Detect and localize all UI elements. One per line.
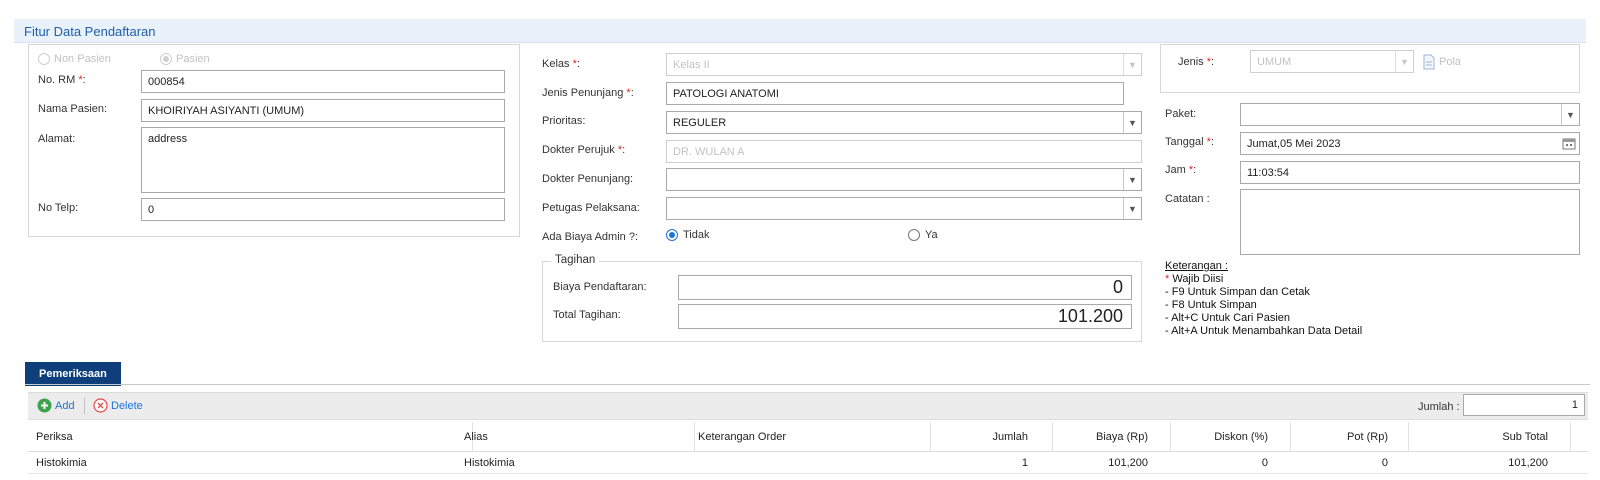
radio-pasien[interactable]	[160, 53, 172, 65]
chevron-down-icon: ▼	[1123, 169, 1141, 190]
radio-ya[interactable]	[908, 229, 920, 241]
biaya-pendaftaran-input[interactable]: 0	[678, 275, 1132, 300]
jumlah-label: Jumlah :	[1418, 401, 1460, 413]
biaya-admin-label: Ada Biaya Admin ?:	[542, 231, 639, 243]
column-header[interactable]: Pot (Rp)	[1347, 431, 1388, 443]
keterangan-title: Keterangan :	[1165, 260, 1228, 272]
column-header[interactable]: Periksa	[36, 431, 73, 443]
patient-type-non-pasien[interactable]: Non Pasien	[38, 53, 111, 65]
dokter-penunjang-label: Dokter Penunjang:	[542, 173, 634, 185]
chevron-down-icon: ▼	[1123, 54, 1141, 75]
tanggal-label: Tanggal *:	[1165, 136, 1214, 148]
radio-tidak[interactable]	[666, 229, 678, 241]
add-button[interactable]: Add	[37, 398, 75, 413]
cell-jumlah: 1	[1021, 457, 1028, 469]
grid-toolbar	[28, 392, 1588, 420]
kelas-select[interactable]: Kelas II ▼	[666, 53, 1142, 76]
keterangan-item: * Wajib Diisi	[1165, 273, 1224, 285]
page-title: Fitur Data Pendaftaran	[24, 24, 156, 39]
total-tagihan-input[interactable]: 101.200	[678, 304, 1132, 329]
radio-non-pasien[interactable]	[38, 53, 50, 65]
biaya-admin-ya[interactable]: Ya	[908, 229, 938, 241]
column-header[interactable]: Alias	[464, 431, 488, 443]
paket-label: Paket:	[1165, 108, 1197, 120]
biaya-admin-tidak[interactable]: Tidak	[666, 229, 710, 241]
add-circle-icon	[37, 398, 52, 413]
petugas-pelaksana-label: Petugas Pelaksana:	[542, 202, 640, 214]
jenis-penunjang-label: Jenis Penunjang *:	[542, 87, 634, 99]
chevron-down-icon: ▼	[1561, 104, 1579, 125]
no-rm-label: No. RM *:	[38, 74, 86, 86]
column-header[interactable]: Diskon (%)	[1214, 431, 1268, 443]
petugas-pelaksana-select[interactable]: ▼	[666, 197, 1142, 220]
paket-select[interactable]: ▼	[1240, 103, 1580, 126]
nama-pasien-label: Nama Pasien:	[38, 103, 108, 115]
alamat-label: Alamat:	[38, 133, 76, 145]
cell-diskon: 0	[1261, 457, 1268, 469]
column-header[interactable]: Jumlah	[993, 431, 1028, 443]
table-row[interactable]: Histokimia Histokimia 1 101,200 0 0 101,…	[28, 452, 1588, 474]
keterangan-item: - Alt+A Untuk Menambahkan Data Detail	[1165, 325, 1363, 337]
jumlah-input[interactable]: 1	[1463, 394, 1585, 416]
toolbar-divider	[84, 398, 85, 414]
prioritas-label: Prioritas:	[542, 115, 586, 127]
dokter-penunjang-select[interactable]: ▼	[666, 168, 1142, 191]
chevron-down-icon: ▼	[1123, 112, 1141, 133]
tab-underline	[25, 384, 1590, 385]
calendar-icon[interactable]	[1562, 137, 1576, 150]
biaya-pendaftaran-label: Biaya Pendaftaran:	[553, 281, 647, 293]
dokter-perujuk-label: Dokter Perujuk *:	[542, 144, 626, 156]
column-header[interactable]: Biaya (Rp)	[1096, 431, 1148, 443]
tanggal-input[interactable]: Jumat,05 Mei 2023	[1240, 132, 1580, 155]
delete-button[interactable]: Delete	[93, 398, 143, 413]
kelas-label: Kelas *:	[542, 58, 580, 70]
cell-periksa: Histokimia	[36, 457, 87, 469]
grid-header: Periksa Alias Keterangan Order Jumlah Bi…	[28, 422, 1588, 452]
tab-pemeriksaan[interactable]: Pemeriksaan	[25, 362, 121, 386]
pola-button[interactable]: Pola	[1422, 54, 1461, 70]
alamat-textarea[interactable]: address	[141, 127, 505, 193]
no-rm-input[interactable]: 000854	[141, 70, 505, 93]
patient-type-pasien[interactable]: Pasien	[160, 53, 210, 65]
keterangan-box: Keterangan : * Wajib Diisi - F9 Untuk Si…	[1165, 260, 1362, 338]
column-header[interactable]: Keterangan Order	[698, 431, 786, 443]
cell-sub-total: 101,200	[1508, 457, 1548, 469]
keterangan-item: - F9 Untuk Simpan dan Cetak	[1165, 286, 1310, 298]
nama-pasien-input[interactable]: KHOIRIYAH ASIYANTI (UMUM)	[141, 99, 505, 122]
jenis-select[interactable]: UMUM ▼	[1250, 50, 1414, 73]
chevron-down-icon: ▼	[1395, 51, 1413, 72]
chevron-down-icon: ▼	[1123, 198, 1141, 219]
keterangan-item: - Alt+C Untuk Cari Pasien	[1165, 312, 1291, 324]
no-telp-label: No Telp:	[38, 202, 79, 214]
cell-biaya: 101,200	[1108, 457, 1148, 469]
cell-pot: 0	[1381, 457, 1388, 469]
catatan-label: Catatan :	[1165, 193, 1210, 205]
dokter-perujuk-input[interactable]: DR. WULAN A	[666, 140, 1142, 163]
column-header[interactable]: Sub Total	[1502, 431, 1548, 443]
pola-document-icon	[1423, 54, 1435, 70]
title-bar: Fitur Data Pendaftaran	[14, 19, 1586, 43]
jam-label: Jam *:	[1165, 164, 1197, 176]
catatan-textarea[interactable]	[1240, 189, 1580, 255]
tagihan-fieldset	[542, 261, 1142, 342]
delete-circle-icon	[93, 398, 108, 413]
total-tagihan-label: Total Tagihan:	[553, 309, 621, 321]
jenis-label: Jenis *:	[1178, 56, 1215, 68]
jenis-penunjang-input[interactable]: PATOLOGI ANATOMI	[666, 82, 1124, 105]
cell-alias: Histokimia	[464, 457, 515, 469]
prioritas-select[interactable]: REGULER ▼	[666, 111, 1142, 134]
tagihan-legend: Tagihan	[551, 254, 600, 266]
no-telp-input[interactable]: 0	[141, 198, 505, 221]
keterangan-item: - F8 Untuk Simpan	[1165, 299, 1257, 311]
jam-input[interactable]: 11:03:54	[1240, 161, 1580, 184]
